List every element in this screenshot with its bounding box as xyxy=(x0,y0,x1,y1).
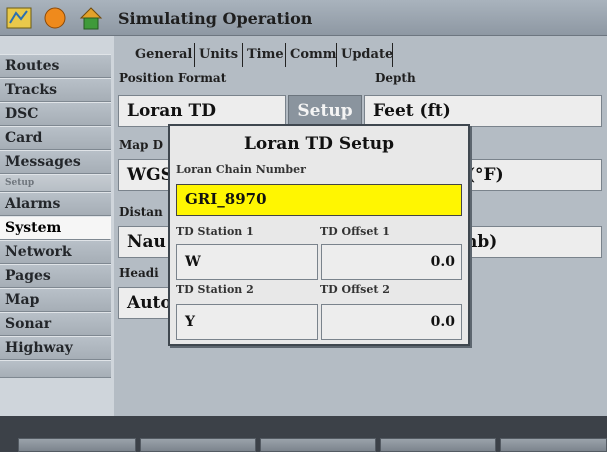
depth-label: Depth xyxy=(375,71,416,85)
title-icons xyxy=(6,5,110,31)
td-station-1-label: TD Station 1 xyxy=(176,225,254,238)
td-station-2-field[interactable]: Y xyxy=(176,304,318,340)
sidebar-item-network[interactable]: Network xyxy=(0,240,111,264)
position-format-label: Position Format xyxy=(119,71,227,85)
td-offset-1-label: TD Offset 1 xyxy=(320,225,390,238)
td-station-2-label: TD Station 2 xyxy=(176,283,254,296)
td-offset-2-label: TD Offset 2 xyxy=(320,283,390,296)
heading-label: Headi xyxy=(119,266,159,280)
position-format-field[interactable]: Loran TD xyxy=(118,95,286,127)
chain-number-field[interactable]: GRI_8970 xyxy=(176,184,462,216)
temperature-field[interactable]: (°F) xyxy=(454,159,602,191)
map-datum-label: Map D xyxy=(119,138,164,152)
dialog-title: Loran TD Setup xyxy=(243,134,395,154)
depth-field[interactable]: Feet (ft) xyxy=(364,95,602,127)
softkey-5[interactable] xyxy=(500,438,607,452)
sidebar-item-tracks[interactable]: Tracks xyxy=(0,78,111,102)
distance-label: Distan xyxy=(119,205,163,219)
tab-time[interactable]: Time xyxy=(243,43,286,67)
setup-button[interactable]: Setup xyxy=(288,95,362,127)
loran-td-setup-dialog: Loran TD Setup Loran Chain Number GRI_89… xyxy=(168,124,470,346)
softkey-4[interactable] xyxy=(380,438,496,452)
softkey-1[interactable] xyxy=(18,438,136,452)
softkey-2[interactable] xyxy=(140,438,256,452)
td-offset-2-field[interactable]: 0.0 xyxy=(321,304,462,340)
sidebar-item-sonar[interactable]: Sonar xyxy=(0,312,111,336)
sidebar: Routes Tracks DSC Card Messages Setup Al… xyxy=(0,36,114,416)
tab-update[interactable]: Update xyxy=(337,43,393,67)
sun-icon xyxy=(44,7,66,29)
tab-units[interactable]: Units xyxy=(195,43,243,67)
sidebar-item-highway[interactable]: Highway xyxy=(0,336,111,360)
sidebar-item-alarms[interactable]: Alarms xyxy=(0,192,111,216)
house-icon xyxy=(79,7,103,30)
sidebar-item-map[interactable]: Map xyxy=(0,288,111,312)
softkey-3[interactable] xyxy=(260,438,376,452)
sidebar-item-routes[interactable]: Routes xyxy=(0,54,111,78)
map-chart-icon xyxy=(6,7,32,29)
sidebar-item-system[interactable]: System xyxy=(0,216,111,240)
sidebar-item-card[interactable]: Card xyxy=(0,126,111,150)
sidebar-item-pages[interactable]: Pages xyxy=(0,264,111,288)
sidebar-item-setup: Setup xyxy=(0,174,111,192)
pressure-field[interactable]: nb) xyxy=(454,226,602,258)
td-offset-1-field[interactable]: 0.0 xyxy=(321,244,462,280)
td-station-1-field[interactable]: W xyxy=(176,244,318,280)
sidebar-item-messages[interactable]: Messages xyxy=(0,150,111,174)
sidebar-item-blank xyxy=(0,360,111,378)
tab-comm[interactable]: Comm xyxy=(286,43,337,67)
chain-number-label: Loran Chain Number xyxy=(176,163,306,176)
window-title: Simulating Operation xyxy=(118,9,313,28)
tab-general[interactable]: General xyxy=(131,43,195,67)
sidebar-item-dsc[interactable]: DSC xyxy=(0,102,111,126)
